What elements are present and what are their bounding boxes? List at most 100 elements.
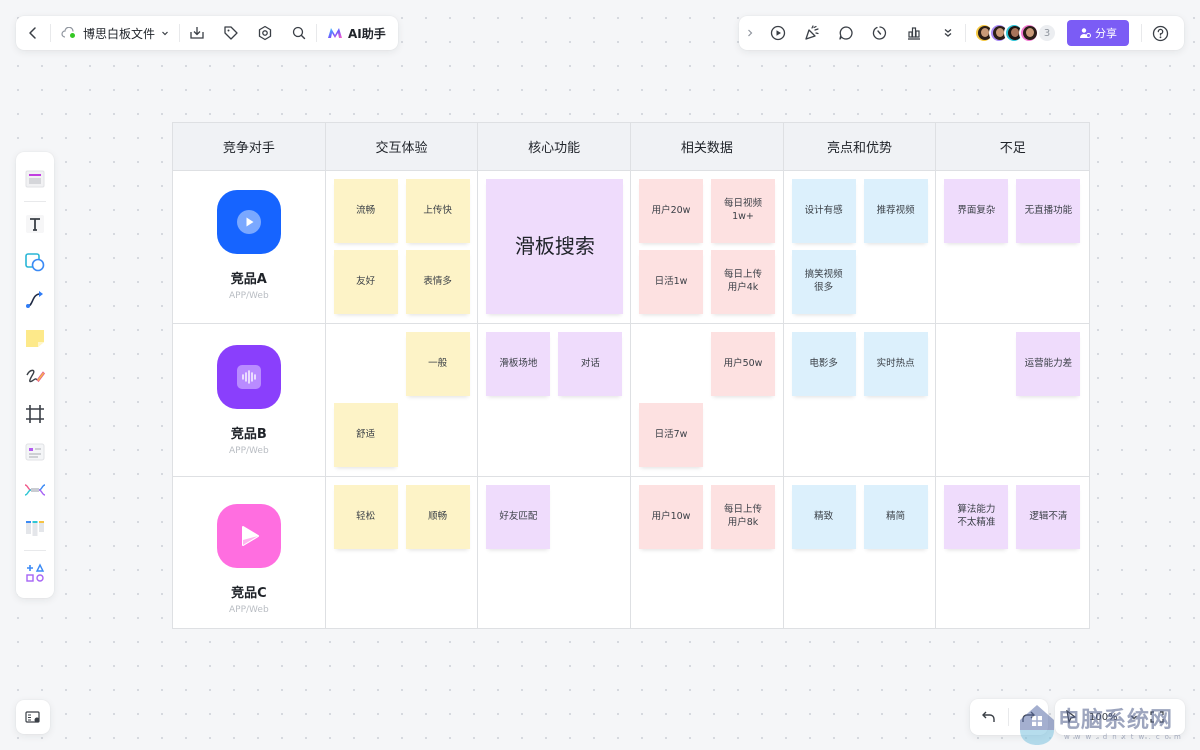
sticky-note[interactable]: 顺畅 (405, 485, 470, 549)
settings-button[interactable] (248, 16, 282, 50)
vote-button[interactable] (897, 16, 931, 50)
sticky-note[interactable]: 实时热点 (863, 332, 928, 396)
core-features-cell[interactable]: 好友匹配 (478, 477, 632, 628)
connector-icon (24, 289, 46, 311)
sticky-note[interactable]: 轻松 (333, 485, 398, 549)
minimap-button[interactable] (16, 700, 50, 734)
tag-button[interactable] (214, 16, 248, 50)
sticky-note[interactable]: 滑板场地 (486, 332, 551, 396)
sticky-note[interactable]: 对话 (558, 332, 623, 396)
weakness-cell[interactable]: 算法能力 不太精准 逻辑不清 (936, 477, 1089, 628)
sticky-note[interactable]: 精简 (863, 485, 928, 549)
sticky-note[interactable]: 流畅 (333, 179, 398, 243)
add-user-icon (1079, 27, 1091, 39)
collaborator-count-badge[interactable]: 3 (1037, 23, 1057, 43)
sticky-note[interactable]: 用户50w (711, 332, 776, 396)
sticky-note[interactable]: 运营能力差 (1016, 332, 1081, 396)
sticky-note[interactable]: 界面复杂 (944, 179, 1009, 243)
sticky-note[interactable]: 日活7w (639, 403, 704, 467)
competitor-analysis-table[interactable]: 竞争对手 交互体验 核心功能 相关数据 亮点和优势 不足 竞品A APP/Web… (172, 122, 1090, 629)
pointer-icon[interactable] (1065, 710, 1077, 724)
header-weakness[interactable]: 不足 (936, 123, 1089, 170)
comment-button[interactable] (829, 16, 863, 50)
sticky-note[interactable]: 每日视频 1w+ (711, 179, 776, 243)
file-title-dropdown[interactable]: 博思白板文件 (51, 16, 179, 50)
sticky-note[interactable]: 表情多 (405, 250, 470, 314)
header-data[interactable]: 相关数据 (631, 123, 784, 170)
sticky-note[interactable]: 好友匹配 (486, 485, 551, 549)
more-tools-button[interactable] (931, 16, 965, 50)
interaction-cell[interactable]: 一般 舒适 (326, 324, 479, 476)
data-cell[interactable]: 用户50w 日活7w (631, 324, 784, 476)
search-button[interactable] (282, 16, 316, 50)
connector-tool[interactable] (16, 281, 54, 319)
sticky-note[interactable]: 一般 (405, 332, 470, 396)
table-row: 竞品B APP/Web 一般 舒适 滑板场地 对话 用户50w 日活7w 电影多… (173, 324, 1089, 477)
help-button[interactable] (1142, 16, 1178, 50)
weakness-cell[interactable]: 界面复杂 无直播功能 (936, 171, 1089, 323)
timer-button[interactable] (863, 16, 897, 50)
header-highlights[interactable]: 亮点和优势 (784, 123, 937, 170)
sticky-note[interactable]: 用户20w (639, 179, 704, 243)
sticky-note[interactable]: 推荐视频 (863, 179, 928, 243)
sticky-note[interactable]: 搞笑视频 很多 (791, 250, 856, 314)
data-cell[interactable]: 用户20w 每日视频 1w+ 日活1w 每日上传 用户4k (631, 171, 784, 323)
template-icon (24, 168, 46, 190)
sticky-note[interactable]: 舒适 (333, 403, 398, 467)
weakness-cell[interactable]: 运营能力差 (936, 324, 1089, 476)
competitor-cell[interactable]: 竞品A APP/Web (173, 171, 326, 323)
sticky-note[interactable]: 精致 (791, 485, 856, 549)
redo-button[interactable] (1009, 699, 1047, 735)
text-tool[interactable] (16, 205, 54, 243)
sticky-note[interactable]: 电影多 (791, 332, 856, 396)
sticky-note[interactable]: 每日上传 用户8k (711, 485, 776, 549)
fit-screen-icon[interactable] (1149, 711, 1164, 723)
competitor-cell[interactable]: 竞品B APP/Web (173, 324, 326, 476)
sticky-note-tool[interactable] (16, 319, 54, 357)
frame-tool[interactable] (16, 395, 54, 433)
header-interaction[interactable]: 交互体验 (326, 123, 479, 170)
interaction-cell[interactable]: 流畅 上传快 友好 表情多 (326, 171, 479, 323)
sticky-note[interactable]: 无直播功能 (1016, 179, 1081, 243)
collaborators[interactable]: 3 (974, 23, 1057, 43)
ai-assistant-button[interactable]: AI助手 (317, 16, 396, 50)
download-button[interactable] (180, 16, 214, 50)
interaction-cell[interactable]: 轻松 顺畅 (326, 477, 479, 628)
sticky-note[interactable]: 设计有感 (791, 179, 856, 243)
help-icon (1152, 25, 1169, 42)
sticky-note[interactable]: 逻辑不清 (1016, 485, 1081, 549)
sticky-note[interactable]: 上传快 (405, 179, 470, 243)
sticky-note[interactable]: 每日上传 用户4k (711, 250, 776, 314)
header-competitor[interactable]: 竞争对手 (173, 123, 326, 170)
header-core-features[interactable]: 核心功能 (478, 123, 632, 170)
sticky-note[interactable]: 算法能力 不太精准 (944, 485, 1009, 549)
play-icon (236, 523, 262, 549)
sticky-note[interactable]: 日活1w (639, 250, 704, 314)
mindmap-tool[interactable] (16, 471, 54, 509)
sticky-note[interactable]: 友好 (333, 250, 398, 314)
more-tools-button[interactable] (16, 554, 54, 592)
zoom-level[interactable]: 100% (1089, 712, 1118, 723)
template-tool[interactable] (16, 160, 54, 198)
core-features-cell[interactable]: 滑板场地 对话 (478, 324, 632, 476)
highlights-cell[interactable]: 电影多 实时热点 (784, 324, 937, 476)
sticky-note[interactable]: 用户10w (639, 485, 704, 549)
pen-tool[interactable] (16, 357, 54, 395)
highlights-cell[interactable]: 精致 精简 (784, 477, 937, 628)
shape-tool[interactable] (16, 243, 54, 281)
collapse-toolbar-button[interactable] (739, 16, 761, 50)
competitor-cell[interactable]: 竞品C APP/Web (173, 477, 326, 628)
share-button[interactable]: 分享 (1067, 20, 1129, 46)
undo-button[interactable] (970, 699, 1008, 735)
chevron-down-icon[interactable] (1130, 713, 1138, 721)
highlights-cell[interactable]: 设计有感 推荐视频 搞笑视频 很多 (784, 171, 937, 323)
data-cell[interactable]: 用户10w 每日上传 用户8k (631, 477, 784, 628)
celebrate-button[interactable] (795, 16, 829, 50)
avatar[interactable] (1019, 23, 1039, 43)
sticky-note[interactable]: 滑板搜索 (486, 179, 624, 314)
back-button[interactable] (16, 16, 50, 50)
card-tool[interactable] (16, 433, 54, 471)
core-features-cell[interactable]: 滑板搜索 (478, 171, 632, 323)
present-button[interactable] (761, 16, 795, 50)
kanban-tool[interactable] (16, 509, 54, 547)
